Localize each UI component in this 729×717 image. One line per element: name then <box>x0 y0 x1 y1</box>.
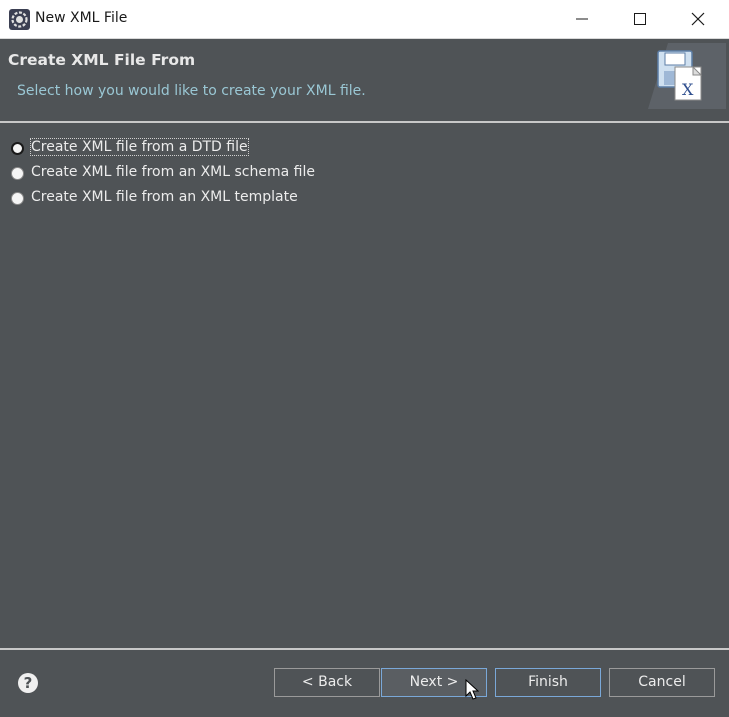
maximize-button[interactable] <box>611 0 669 38</box>
maximize-icon <box>634 13 646 25</box>
option-xml-template[interactable]: Create XML file from an XML template <box>11 189 311 211</box>
help-icon[interactable]: ? <box>18 673 38 693</box>
page-title: Create XML File From <box>8 51 196 69</box>
minimize-button[interactable] <box>553 0 611 38</box>
svg-text:X: X <box>682 80 694 99</box>
title-bar: New XML File <box>0 0 729 39</box>
option-label: Create XML file from an XML schema file <box>31 164 315 180</box>
finish-button[interactable]: Finish <box>495 668 601 697</box>
option-xml-schema-file[interactable]: Create XML file from an XML schema file <box>11 164 321 186</box>
back-button[interactable]: < Back <box>274 668 380 697</box>
xml-file-wizard-icon: X <box>648 43 726 109</box>
radio-button[interactable] <box>11 192 24 205</box>
window-title: New XML File <box>35 10 128 26</box>
wizard-header: Create XML File From Select how you woul… <box>0 39 729 121</box>
eclipse-gear-icon <box>9 9 30 30</box>
page-description: Select how you would like to create your… <box>17 83 366 99</box>
minimize-icon <box>576 18 588 20</box>
option-label: Create XML file from a DTD file <box>30 138 249 156</box>
footer-divider <box>0 648 729 650</box>
close-button[interactable] <box>669 0 727 38</box>
header-divider <box>0 121 729 123</box>
cancel-button[interactable]: Cancel <box>609 668 715 697</box>
option-dtd-file[interactable]: Create XML file from a DTD file <box>11 138 251 161</box>
radio-button[interactable] <box>11 167 24 180</box>
mouse-cursor-icon <box>465 679 479 700</box>
option-label: Create XML file from an XML template <box>31 189 298 205</box>
radio-button[interactable] <box>11 142 24 155</box>
close-icon <box>691 12 705 26</box>
